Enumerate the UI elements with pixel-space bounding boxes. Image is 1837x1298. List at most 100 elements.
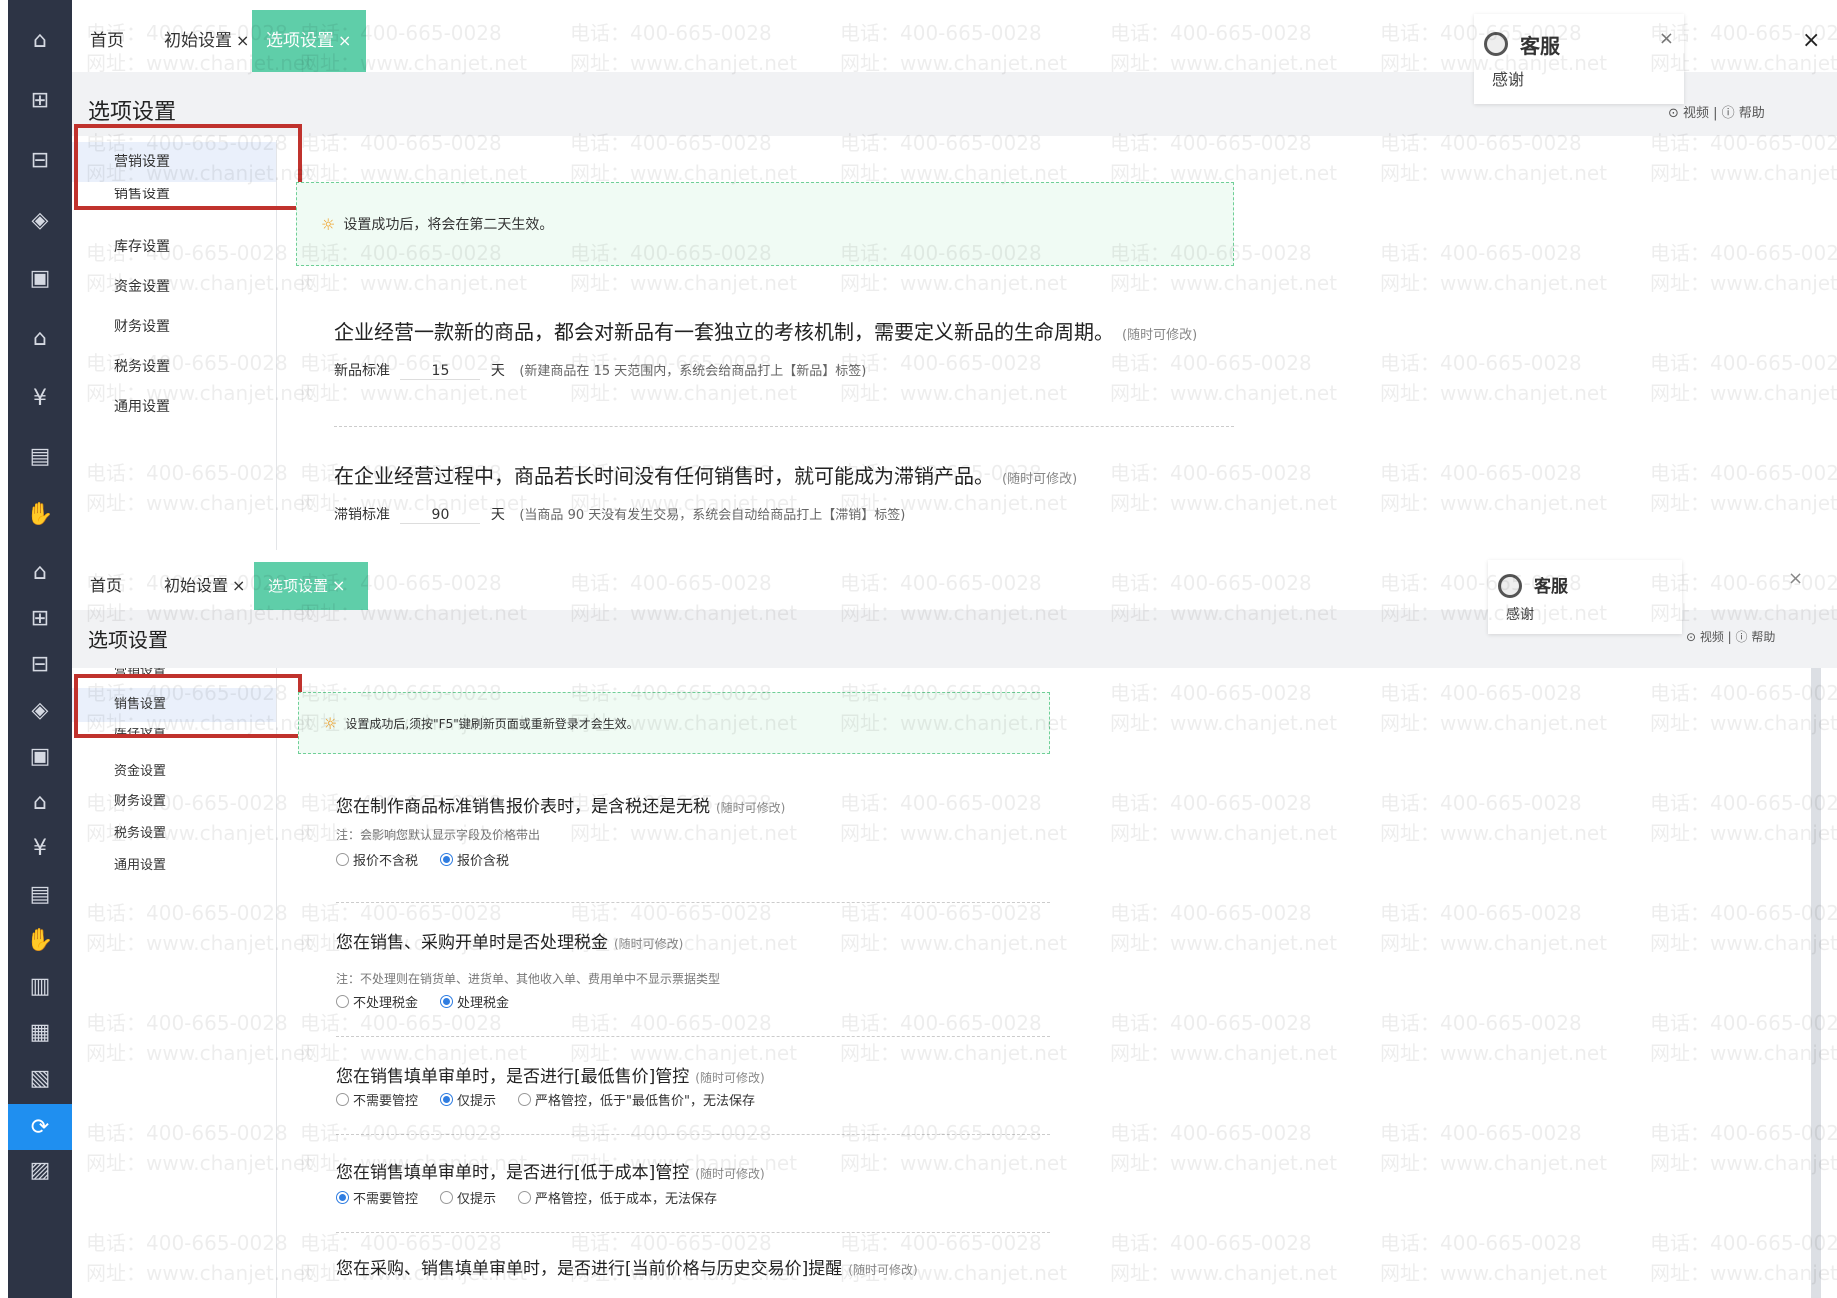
building-icon[interactable]: ⌂ — [8, 782, 72, 822]
question-text: 您在采购、销售填单审单时，是否进行[当前价格与历史交易价]提醒 — [336, 1259, 843, 1279]
document-icon[interactable]: ▦ — [8, 1012, 72, 1052]
menu-item-inventory[interactable]: 库存设置 — [72, 232, 276, 262]
question-text: 您在销售填单审单时，是否进行[最低售价]管控 — [336, 1067, 690, 1087]
menu-item-funds[interactable]: 资金设置 — [72, 758, 276, 786]
close-icon[interactable]: × — [1659, 28, 1674, 49]
gift-icon[interactable]: ⊞ — [8, 80, 72, 120]
radio-option[interactable]: 不需要管控 — [336, 1188, 418, 1207]
menu-item-tax[interactable]: 税务设置 — [72, 820, 276, 848]
home-icon[interactable]: ⌂ — [8, 552, 72, 592]
slow-moving-row: 滞销标准 90 天 (当商品 90 天没有发生交易，系统会自动给商品打上【滞销】… — [334, 504, 905, 524]
field-label: 滞销标准 — [334, 507, 390, 523]
radio-option[interactable]: 报价含税 — [440, 850, 509, 869]
new-product-days-input[interactable]: 15 — [400, 363, 481, 380]
screenshot-top: ⌂ ⊞ ⊟ ◈ ▣ ⌂ ¥ ▤ ✋ 首页 初始设置 × 选项设置 × 选项设置 ⊙ … — [0, 0, 1837, 550]
question-text: 您在销售填单审单时，是否进行[低于成本]管控 — [336, 1163, 690, 1183]
radio-selected-icon[interactable] — [336, 1191, 349, 1204]
tab-home[interactable]: 首页 — [76, 10, 138, 72]
radio-icon[interactable] — [336, 853, 349, 866]
money-icon[interactable]: ¥ — [8, 828, 72, 868]
radio-selected-icon[interactable] — [440, 1093, 454, 1106]
field-description: (当商品 90 天没有发生交易，系统会自动给商品打上【滞销】标签) — [519, 508, 906, 523]
radio-icon[interactable] — [336, 1093, 349, 1106]
page-title: 选项设置 — [88, 628, 168, 652]
below-cost-radio-group: 不需要管控 仅提示 严格管控，低于成本，无法保存 — [336, 1188, 717, 1207]
radio-option[interactable]: 处理税金 — [440, 992, 509, 1011]
radio-option[interactable]: 仅提示 — [440, 1090, 496, 1109]
divider — [276, 668, 277, 1298]
slow-moving-days-input[interactable]: 90 — [400, 507, 481, 524]
help-links[interactable]: ⊙ 视频 | ⓘ 帮助 — [1668, 102, 1765, 121]
tab-initial-settings[interactable]: 初始设置 × — [150, 562, 259, 610]
tab-option-settings[interactable]: 选项设置 × — [254, 562, 368, 610]
form-icon[interactable]: ▨ — [8, 1150, 72, 1190]
menu-item-finance[interactable]: 财务设置 — [72, 312, 276, 342]
radio-icon[interactable] — [440, 1191, 454, 1204]
money-icon[interactable]: ¥ — [8, 378, 72, 418]
tab-label: 首页 — [90, 576, 123, 595]
radio-icon[interactable] — [518, 1191, 532, 1204]
bag-icon[interactable]: ▣ — [8, 258, 72, 298]
radio-selected-icon[interactable] — [440, 853, 454, 866]
help-links[interactable]: ⊙ 视频 | ⓘ 帮助 — [1686, 628, 1775, 645]
report-icon[interactable]: ▤ — [8, 874, 72, 914]
close-icon[interactable]: × — [236, 31, 249, 50]
radio-option[interactable]: 仅提示 — [440, 1188, 496, 1207]
radio-option[interactable]: 严格管控，低于成本，无法保存 — [518, 1188, 717, 1207]
tab-initial-settings[interactable]: 初始设置 × — [150, 10, 263, 72]
ledger-icon[interactable]: ▥ — [8, 966, 72, 1006]
question-note: 注：会影响您默认显示字段及价格带出 — [336, 828, 541, 842]
customer-service-card[interactable]: 客服 感谢 — [1488, 560, 1682, 634]
invoice-icon[interactable]: ▧ — [8, 1058, 72, 1098]
section-hint: (随时可修改) — [1122, 328, 1198, 343]
radio-option[interactable]: 不需要管控 — [336, 1090, 418, 1109]
settings-icon[interactable]: ⟳ — [8, 1104, 72, 1150]
section-heading: 企业经营一款新的商品，都会对新品有一套独立的考核机制，需要定义新品的生命周期。 (… — [334, 316, 1197, 345]
building-icon[interactable]: ⌂ — [8, 318, 72, 358]
close-icon[interactable]: × — [332, 576, 345, 595]
tax-quote-radio-group: 报价不含税 报价含税 — [336, 850, 509, 869]
tab-option-settings[interactable]: 选项设置 × — [252, 10, 366, 72]
bag-icon[interactable]: ▣ — [8, 736, 72, 776]
section-heading: 在企业经营过程中，商品若长时间没有任何销售时，就可能成为滞销产品。 (随时可修改) — [334, 460, 1077, 489]
field-description: (新建商品在 15 天范围内，系统会给商品打上【新品】标签) — [519, 364, 867, 379]
avatar — [1484, 32, 1508, 56]
radio-label: 报价不含税 — [353, 854, 419, 869]
close-icon[interactable]: × — [1802, 28, 1820, 53]
scrollbar[interactable] — [1811, 668, 1821, 1298]
customer-service-card[interactable]: 客服 感谢 × — [1474, 14, 1684, 104]
close-icon[interactable]: × — [1788, 568, 1803, 589]
report-icon[interactable]: ▤ — [8, 436, 72, 476]
tab-label: 首页 — [90, 31, 124, 51]
min-price-radio-group: 不需要管控 仅提示 严格管控，低于"最低售价"，无法保存 — [336, 1090, 755, 1109]
question-text: 您在销售、采购开单时是否处理税金 — [336, 933, 608, 953]
customer-service-thanks: 感谢 — [1506, 607, 1534, 623]
notice-text: 设置成功后,须按"F5"键刷新页面或重新登录才会生效。 — [345, 716, 639, 731]
notice-banner: ☼ 设置成功后,须按"F5"键刷新页面或重新登录才会生效。 — [298, 692, 1050, 754]
radio-selected-icon[interactable] — [440, 995, 454, 1008]
menu-item-general[interactable]: 通用设置 — [72, 852, 276, 880]
menu-item-funds[interactable]: 资金设置 — [72, 272, 276, 302]
menu-item-general[interactable]: 通用设置 — [72, 392, 276, 422]
radio-icon[interactable] — [336, 995, 349, 1008]
hand-icon[interactable]: ✋ — [8, 920, 72, 960]
tab-home[interactable]: 首页 — [76, 562, 136, 610]
gift-icon[interactable]: ⊞ — [8, 598, 72, 638]
screenshot-bottom: ⌂ ⊞ ⊟ ◈ ▣ ⌂ ¥ ▤ ✋ ▥ ▦ ▧ ⟳ ▨ 首页 初始设置 × 选项设… — [0, 550, 1837, 1298]
home-icon[interactable]: ⌂ — [8, 20, 72, 60]
radio-option[interactable]: 不处理税金 — [336, 992, 418, 1011]
tab-label: 初始设置 — [164, 576, 229, 595]
hand-icon[interactable]: ✋ — [8, 494, 72, 534]
close-icon[interactable]: × — [232, 576, 245, 595]
menu-item-tax[interactable]: 税务设置 — [72, 352, 276, 382]
notice-text: 设置成功后，将会在第二天生效。 — [343, 217, 554, 233]
warehouse-icon[interactable]: ◈ — [8, 690, 72, 730]
menu-item-finance[interactable]: 财务设置 — [72, 788, 276, 816]
store-icon[interactable]: ⊟ — [8, 644, 72, 684]
close-icon[interactable]: × — [338, 31, 351, 50]
radio-option[interactable]: 报价不含税 — [336, 850, 418, 869]
warehouse-icon[interactable]: ◈ — [8, 200, 72, 240]
store-icon[interactable]: ⊟ — [8, 140, 72, 180]
radio-icon[interactable] — [518, 1093, 532, 1106]
radio-option[interactable]: 严格管控，低于"最低售价"，无法保存 — [518, 1090, 755, 1109]
